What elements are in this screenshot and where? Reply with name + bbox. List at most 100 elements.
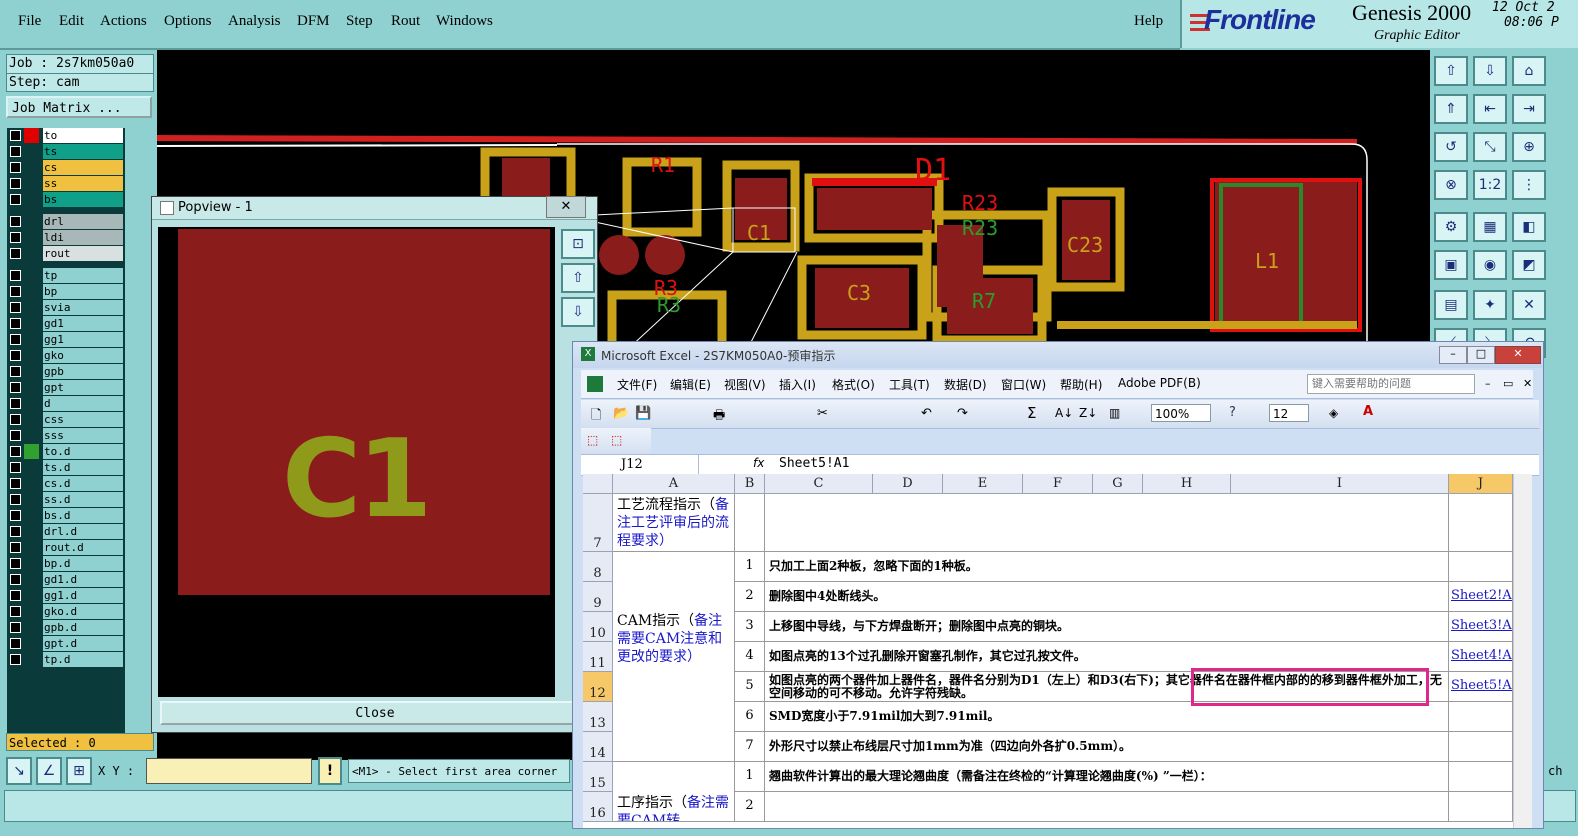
home-icon[interactable]: ⌂ xyxy=(1512,56,1546,86)
layer-row[interactable]: ts.d xyxy=(7,460,125,475)
layer-row[interactable]: ss xyxy=(7,176,125,191)
layer-row[interactable]: rout.d xyxy=(7,540,125,555)
layer-checkbox[interactable] xyxy=(10,590,21,601)
layer-checkbox[interactable] xyxy=(10,398,21,409)
layer-checkbox[interactable] xyxy=(10,130,21,141)
doc-restore-icon[interactable]: ▭ xyxy=(1503,377,1513,390)
menu-actions[interactable]: Actions xyxy=(100,13,147,30)
layer-checkbox[interactable] xyxy=(10,526,21,537)
excel-menu-data[interactable]: 数据(D) xyxy=(944,376,987,393)
item-text-cell[interactable]: SMD宽度小于7.91mil加大到7.91mil。 xyxy=(765,702,1449,732)
layer-checkbox[interactable] xyxy=(10,194,21,205)
cross-icon[interactable]: ✕ xyxy=(1512,290,1546,320)
export-icon[interactable]: ⇩ xyxy=(1473,56,1507,86)
item-text-cell[interactable]: 如图点亮的13个过孔删除开窗塞孔制作，其它过孔按文件。 xyxy=(765,642,1449,672)
layer-row[interactable]: gpb.d xyxy=(7,620,125,635)
layer-checkbox[interactable] xyxy=(10,638,21,649)
zoom-out-icon[interactable]: ⊗ xyxy=(1434,170,1468,200)
item-link-cell[interactable] xyxy=(1449,732,1513,762)
excel-menu-file[interactable]: 文件(F) xyxy=(617,376,657,393)
layer-checkbox[interactable] xyxy=(10,622,21,633)
row-header[interactable]: 8 xyxy=(583,552,613,582)
layer-row[interactable]: bp xyxy=(7,284,125,299)
settings-icon[interactable]: ⚙ xyxy=(1434,212,1468,242)
item-number-cell[interactable]: 1 xyxy=(735,552,765,582)
layer-row[interactable]: rout xyxy=(7,246,125,261)
spreadsheet-grid[interactable]: A B C D E F G H I J 7 8 9 10 11 12 13 14 15 16 工艺流… xyxy=(583,474,1513,828)
font-color-icon[interactable]: A xyxy=(1363,404,1373,419)
item-number-cell[interactable]: 2 xyxy=(735,792,765,822)
menu-rout[interactable]: Rout xyxy=(391,13,420,30)
layer-row[interactable]: gd1 xyxy=(7,316,125,331)
item-link-cell[interactable] xyxy=(1449,702,1513,732)
zoom-select[interactable]: 100% xyxy=(1151,404,1211,422)
zoom-area-icon[interactable]: ↘ xyxy=(6,757,32,785)
menu-file[interactable]: File xyxy=(18,13,41,30)
layer-row[interactable]: gg1 xyxy=(7,332,125,347)
help-search-input[interactable] xyxy=(1307,374,1475,394)
layer-row[interactable]: tp xyxy=(7,268,125,283)
layer-checkbox[interactable] xyxy=(10,366,21,377)
print-icon[interactable]: 🖶 xyxy=(713,406,725,428)
row-header[interactable]: 7 xyxy=(583,494,613,552)
layer-row[interactable]: drl xyxy=(7,214,125,229)
formula-input[interactable]: Sheet5!A1 xyxy=(779,456,849,471)
menu-windows[interactable]: Windows xyxy=(436,13,493,30)
item-number-cell[interactable]: 4 xyxy=(735,642,765,672)
layer-row[interactable]: sss xyxy=(7,428,125,443)
process-group-cell[interactable]: 工艺流程指示（备注工艺评审后的流程要求） xyxy=(613,494,735,552)
layer-checkbox[interactable] xyxy=(10,216,21,227)
column-header[interactable]: A xyxy=(613,474,735,494)
item-text-cell[interactable]: 只加工上面2种板，忽略下面的1种板。 xyxy=(765,552,1449,582)
excel-menu-window[interactable]: 窗口(W) xyxy=(1001,376,1046,393)
item-number-cell[interactable]: 1 xyxy=(735,762,765,792)
layer-checkbox[interactable] xyxy=(10,318,21,329)
row-header[interactable]: 10 xyxy=(583,612,613,642)
close-icon[interactable]: ✕ xyxy=(1495,346,1541,364)
item-link-cell[interactable] xyxy=(1449,762,1513,792)
item-text-cell[interactable]: 外形尺寸以禁止布线层尺寸加1mm为准（四边向外各扩0.5mm）。 xyxy=(765,732,1449,762)
layer-row[interactable]: ss.d xyxy=(7,492,125,507)
excel-menu-help[interactable]: 帮助(H) xyxy=(1060,376,1102,393)
sort-desc-icon[interactable]: Z↓ xyxy=(1079,406,1097,420)
layer-checkbox[interactable] xyxy=(10,462,21,473)
item-link-cell[interactable] xyxy=(1449,552,1513,582)
row-header[interactable]: 16 xyxy=(583,792,613,822)
layer-row[interactable]: d xyxy=(7,396,125,411)
layer-row[interactable]: gpb xyxy=(7,364,125,379)
cut-icon[interactable]: ✂ xyxy=(817,406,828,421)
layer-checkbox[interactable] xyxy=(10,270,21,281)
layer-checkbox[interactable] xyxy=(10,574,21,585)
layer-checkbox[interactable] xyxy=(10,248,21,259)
fx-icon[interactable]: fx xyxy=(753,456,764,470)
zoom-in-icon[interactable]: ⊕ xyxy=(1512,132,1546,162)
item-text-cell[interactable]: 如图点亮的两个器件加上器件名，器件名分别为D1（左上）和D3(右下)；其它器件名… xyxy=(765,672,1449,702)
menu-options[interactable]: Options xyxy=(164,13,212,30)
cell-j7[interactable] xyxy=(1449,494,1513,552)
layer-row[interactable]: to xyxy=(7,128,125,143)
layer-row[interactable]: gg1.d xyxy=(7,588,125,603)
column-header[interactable]: F xyxy=(1023,474,1093,494)
layer-row[interactable]: gko xyxy=(7,348,125,363)
menu-analysis[interactable]: Analysis xyxy=(228,13,281,30)
layer-row[interactable]: bs.d xyxy=(7,508,125,523)
name-box[interactable]: J12 xyxy=(581,455,699,474)
layer-checkbox[interactable] xyxy=(10,606,21,617)
layer-checkbox[interactable] xyxy=(10,558,21,569)
more-icon[interactable]: ⋮ xyxy=(1512,170,1546,200)
layer-checkbox[interactable] xyxy=(10,286,21,297)
column-header[interactable]: B xyxy=(735,474,765,494)
layer-checkbox[interactable] xyxy=(10,494,21,505)
layer-row[interactable]: tp.d xyxy=(7,652,125,667)
layer-checkbox[interactable] xyxy=(10,334,21,345)
split-icon[interactable]: ◩ xyxy=(1512,250,1546,280)
menu-step[interactable]: Step xyxy=(346,13,373,30)
item-text-cell[interactable]: 删除图中4处断线头。 xyxy=(765,582,1449,612)
align-left-icon[interactable]: ⇤ xyxy=(1473,94,1507,124)
ruler-icon[interactable]: ▤ xyxy=(1434,290,1468,320)
menu-dfm[interactable]: DFM xyxy=(297,13,330,30)
maximize-icon[interactable]: □ xyxy=(1467,346,1495,364)
layer-checkbox[interactable] xyxy=(10,446,21,457)
pdf-convert-icon[interactable]: ⬚ xyxy=(587,433,598,447)
cell-b7[interactable] xyxy=(735,494,765,552)
